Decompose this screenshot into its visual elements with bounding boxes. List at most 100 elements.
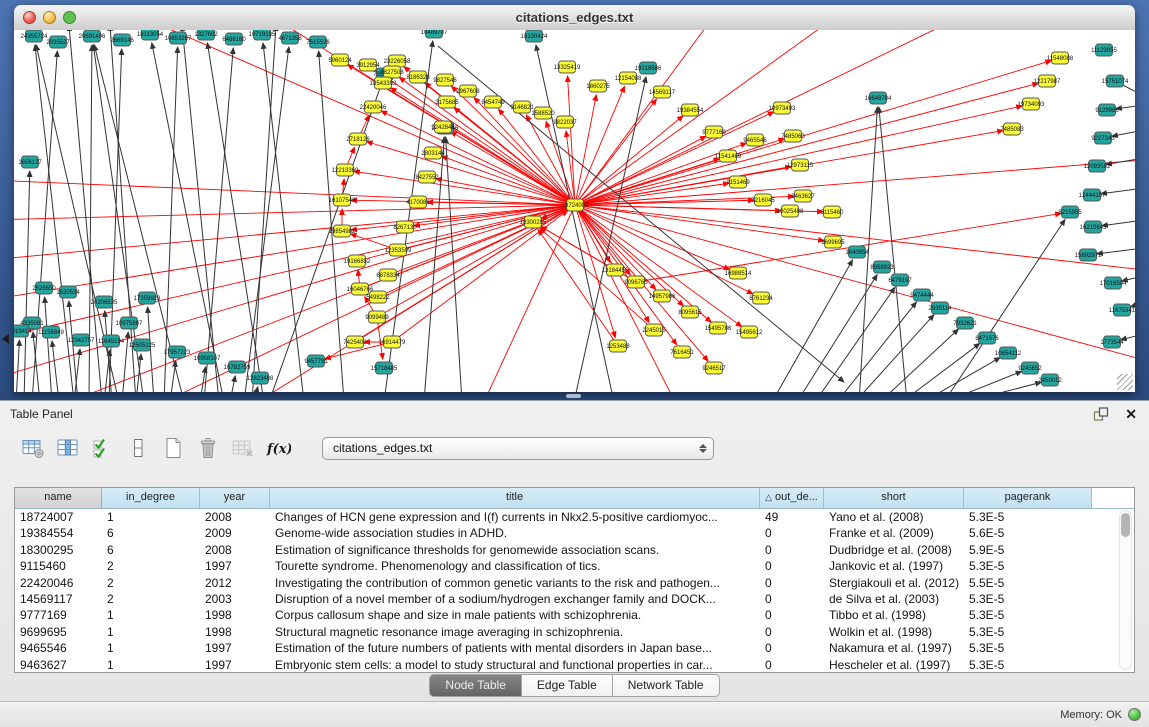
table-cell[interactable]: Stergiakouli et al. (2012) (824, 575, 964, 591)
column-header-in-degree[interactable]: in_degree (102, 488, 200, 508)
table-cell[interactable]: 5.3E-5 (964, 509, 1092, 525)
table-cell[interactable]: 0 (760, 624, 824, 640)
table-cell[interactable]: 5.3E-5 (964, 624, 1092, 640)
table-cell[interactable]: 1 (102, 509, 200, 525)
network-edge[interactable] (170, 361, 176, 392)
table-cell[interactable]: 1 (102, 657, 200, 673)
network-edge[interactable] (164, 47, 178, 392)
network-edge[interactable] (1101, 188, 1135, 194)
table-cell[interactable]: 2008 (200, 509, 270, 525)
network-node[interactable]: 2035527 (46, 36, 70, 48)
network-edge[interactable] (14, 205, 575, 260)
network-node[interactable]: 9474444 (910, 289, 934, 301)
table-cell[interactable]: Changes of HCN gene expression and I(f) … (270, 509, 760, 525)
network-node[interactable]: 11541469 (715, 150, 742, 162)
table-cell[interactable]: 5.6E-5 (964, 525, 1092, 541)
network-node[interactable]: 19166852 (344, 255, 371, 267)
table-cell[interactable]: Investigating the contribution of common… (270, 575, 760, 591)
network-node[interactable]: 11645194 (98, 335, 125, 347)
table-cell[interactable]: 2008 (200, 542, 270, 558)
table-cell[interactable]: 2 (102, 558, 200, 574)
network-node[interactable]: 10653287 (165, 32, 192, 44)
table-cell[interactable]: 1 (102, 640, 200, 656)
network-node[interactable]: 1253488 (606, 340, 630, 352)
vertical-scrollbar[interactable] (1119, 510, 1132, 670)
scrollbar-thumb[interactable] (1121, 513, 1130, 537)
table-cell[interactable]: 0 (760, 591, 824, 607)
network-node[interactable]: 2803144 (421, 147, 445, 159)
network-edge[interactable] (902, 343, 980, 392)
table-cell[interactable]: Jankovic et al. (1997) (824, 558, 964, 574)
network-edge[interactable] (1112, 130, 1135, 136)
network-node[interactable]: 22420046 (360, 101, 387, 113)
close-window-button[interactable] (23, 11, 36, 24)
network-edge[interactable] (575, 95, 596, 205)
network-window-titlebar[interactable]: citations_edges.txt (14, 5, 1135, 31)
table-row[interactable]: 977716911998Corpus callosum shape and si… (15, 607, 1134, 623)
network-node[interactable]: 19734093 (1018, 98, 1045, 110)
table-cell[interactable]: 14569117 (15, 591, 102, 607)
network-node[interactable]: 9242848 (431, 121, 455, 133)
network-node[interactable]: 7485063 (781, 130, 805, 142)
table-cell[interactable]: 19384554 (15, 525, 102, 541)
table-cell[interactable]: Wolkin et al. (1998) (824, 624, 964, 640)
network-edge[interactable] (965, 382, 1041, 392)
network-node[interactable]: 8471676 (975, 332, 999, 344)
table-cell[interactable]: 9777169 (15, 607, 102, 623)
network-node[interactable]: 2526650 (32, 282, 56, 294)
network-node[interactable]: 12093582 (1084, 160, 1111, 172)
network-edge[interactable] (541, 227, 615, 270)
network-node[interactable]: 12444157 (1079, 189, 1106, 201)
tab-network-table[interactable]: Network Table (613, 674, 720, 697)
table-cell[interactable]: 0 (760, 607, 824, 623)
network-node[interactable]: 10958107 (194, 352, 221, 364)
network-node[interactable]: 15495612 (736, 326, 763, 338)
network-edge[interactable] (319, 51, 344, 392)
zoom-window-button[interactable] (63, 11, 76, 24)
network-node[interactable]: 5498222 (366, 291, 390, 303)
network-edge[interactable] (815, 287, 895, 392)
network-edge[interactable] (144, 30, 575, 205)
table-cell[interactable]: 2003 (200, 591, 270, 607)
network-node[interactable]: 10975887 (116, 317, 143, 329)
network-node[interactable]: 12823488 (247, 372, 274, 384)
table-cell[interactable]: Disruption of a novel member of a sodium… (270, 591, 760, 607)
table-cell[interactable]: 18724007 (15, 509, 102, 525)
table-cell[interactable]: 5.9E-5 (964, 542, 1092, 558)
network-node[interactable]: 3216045 (751, 194, 775, 206)
network-edge[interactable] (252, 30, 276, 392)
table-cell[interactable]: de Silva et al. (2003) (824, 591, 964, 607)
network-node[interactable]: 7515526 (306, 36, 330, 48)
network-node[interactable]: 6479197 (888, 274, 912, 286)
table-cell[interactable]: Corpus callosum shape and size in male p… (270, 607, 760, 623)
table-cell[interactable]: Tibbo et al. (1998) (824, 607, 964, 623)
network-edge[interactable] (575, 30, 834, 205)
network-node[interactable]: 15718485 (371, 362, 398, 374)
minimize-window-button[interactable] (43, 11, 56, 24)
table-cell[interactable]: Dudbridge et al. (2008) (824, 542, 964, 558)
table-cell[interactable]: 5.3E-5 (964, 607, 1092, 623)
network-canvas[interactable]: 2435572420355272069140626691461811305410… (14, 30, 1135, 392)
table-cell[interactable]: 1998 (200, 624, 270, 640)
table-row[interactable]: 911546021997Tourette syndrome. Phenomeno… (15, 558, 1134, 574)
table-cell[interactable]: 5.5E-5 (964, 575, 1092, 591)
network-edge[interactable] (575, 61, 1051, 205)
table-cell[interactable]: 2 (102, 575, 200, 591)
network-node[interactable]: 24355724 (21, 30, 48, 42)
column-header-out-de[interactable]: △out_de... (760, 488, 824, 508)
table-cell[interactable]: Nakamura et al. (1997) (824, 640, 964, 656)
column-header-title[interactable]: title (270, 488, 760, 508)
network-edge[interactable] (24, 171, 30, 392)
table-cell[interactable]: Hescheler et al. (1997) (824, 657, 964, 673)
table-cell[interactable]: 0 (760, 558, 824, 574)
network-node[interactable]: 9777169 (702, 126, 726, 138)
network-edge[interactable] (945, 371, 1022, 392)
table-cell[interactable]: 5.3E-5 (964, 640, 1092, 656)
table-cell[interactable]: 9115460 (15, 558, 102, 574)
network-node[interactable]: 9463627 (791, 190, 815, 202)
network-node[interactable]: 8427552 (415, 171, 439, 183)
network-node[interactable]: 13325419 (554, 61, 581, 73)
table-row[interactable]: 1872400712008Changes of HCN gene express… (15, 509, 1134, 525)
network-node[interactable]: 4170081 (406, 196, 430, 208)
network-edge[interactable] (1130, 302, 1135, 307)
